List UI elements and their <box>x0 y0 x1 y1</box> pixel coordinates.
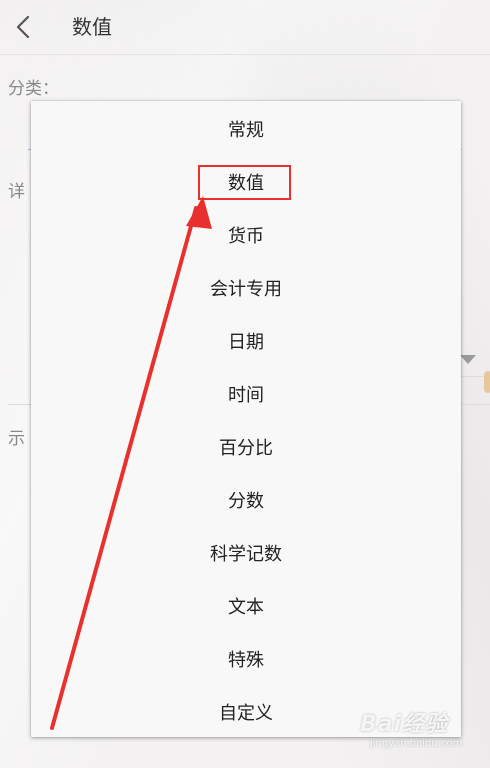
watermark-url: jingyan.baidu.com <box>370 738 463 749</box>
menu-item-time[interactable]: 时间 <box>31 367 461 420</box>
dropdown-underline <box>460 376 484 377</box>
category-dropdown-menu: 常规 数值 货币 会计专用 日期 时间 百分比 分数 科学记数 文本 特殊 自定… <box>31 101 461 737</box>
detail-label: 详 <box>8 182 25 202</box>
side-scroll-tab[interactable] <box>484 371 490 393</box>
menu-item-currency[interactable]: 货币 <box>31 208 461 261</box>
dropdown-arrow-icon[interactable] <box>460 355 476 364</box>
menu-item-number[interactable]: 数值 <box>31 155 461 208</box>
menu-item-fraction[interactable]: 分数 <box>31 473 461 526</box>
menu-item-special[interactable]: 特殊 <box>31 632 461 685</box>
menu-item-percentage[interactable]: 百分比 <box>31 420 461 473</box>
menu-item-accounting[interactable]: 会计专用 <box>31 261 461 314</box>
menu-item-text[interactable]: 文本 <box>31 579 461 632</box>
watermark-logo-text: Bai经验 <box>360 712 449 737</box>
chevron-left-icon[interactable] <box>10 12 38 42</box>
example-label: 示 <box>8 429 25 449</box>
app-header: 数值 <box>0 0 490 55</box>
menu-item-scientific[interactable]: 科学记数 <box>31 526 461 579</box>
menu-item-general[interactable]: 常规 <box>31 102 461 155</box>
category-label: 分类： <box>8 79 59 99</box>
menu-item-date[interactable]: 日期 <box>31 314 461 367</box>
page-title: 数值 <box>72 15 112 39</box>
watermark-logo: Bai经验 jingyan.baidu.com <box>360 712 472 760</box>
